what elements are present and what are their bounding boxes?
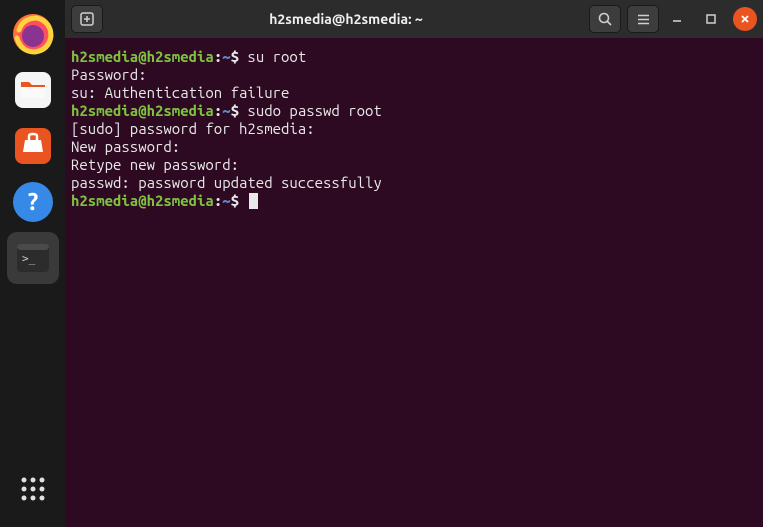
- command-text: su root: [239, 48, 306, 65]
- minimize-icon: [671, 13, 683, 25]
- terminal-line: New password:: [71, 138, 757, 156]
- close-icon: [739, 13, 751, 25]
- maximize-button[interactable]: [699, 7, 723, 31]
- titlebar: h2smedia@h2smedia: ~: [65, 0, 763, 38]
- prompt-user: h2smedia@h2smedia: [71, 192, 214, 209]
- dock-terminal[interactable]: >_: [7, 232, 59, 284]
- new-tab-icon: [79, 11, 95, 27]
- command-text: sudo passwd root: [239, 102, 382, 119]
- files-icon: [11, 68, 55, 112]
- svg-text:?: ?: [27, 188, 38, 215]
- dock-firefox[interactable]: [7, 8, 59, 60]
- apps-grid-icon: [20, 476, 46, 502]
- search-button[interactable]: [589, 5, 621, 33]
- terminal-line: h2smedia@h2smedia:~$: [71, 192, 757, 210]
- svg-text:>_: >_: [22, 252, 36, 265]
- prompt-user: h2smedia@h2smedia: [71, 48, 214, 65]
- terminal-icon: >_: [11, 236, 55, 280]
- terminal-cursor: [249, 193, 258, 209]
- terminal-window: h2smedia@h2smedia: ~: [65, 0, 763, 527]
- maximize-icon: [705, 13, 717, 25]
- software-icon: [11, 124, 55, 168]
- dock-files[interactable]: [7, 64, 59, 116]
- terminal-line: su: Authentication failure: [71, 84, 757, 102]
- prompt-path: ~: [222, 192, 230, 209]
- terminal-viewport[interactable]: h2smedia@h2smedia:~$ su root Password: s…: [65, 38, 763, 527]
- terminal-line: Retype new password:: [71, 156, 757, 174]
- prompt-path: ~: [222, 102, 230, 119]
- search-icon: [598, 12, 613, 27]
- terminal-line: [sudo] password for h2smedia:: [71, 120, 757, 138]
- show-applications[interactable]: [7, 463, 59, 515]
- hamburger-icon: [636, 12, 651, 27]
- window-title: h2smedia@h2smedia: ~: [109, 11, 583, 27]
- terminal-line: h2smedia@h2smedia:~$ su root: [71, 48, 757, 66]
- help-icon: ?: [11, 180, 55, 224]
- dock-software[interactable]: [7, 120, 59, 172]
- close-button[interactable]: [733, 7, 757, 31]
- terminal-line: passwd: password updated successfully: [71, 174, 757, 192]
- prompt-user: h2smedia@h2smedia: [71, 102, 214, 119]
- firefox-icon: [11, 12, 55, 56]
- minimize-button[interactable]: [665, 7, 689, 31]
- new-tab-button[interactable]: [71, 5, 103, 33]
- terminal-line: Password:: [71, 66, 757, 84]
- dock: ? >_: [0, 0, 65, 527]
- terminal-line: h2smedia@h2smedia:~$ sudo passwd root: [71, 102, 757, 120]
- menu-button[interactable]: [627, 5, 659, 33]
- dock-help[interactable]: ?: [7, 176, 59, 228]
- prompt-path: ~: [222, 48, 230, 65]
